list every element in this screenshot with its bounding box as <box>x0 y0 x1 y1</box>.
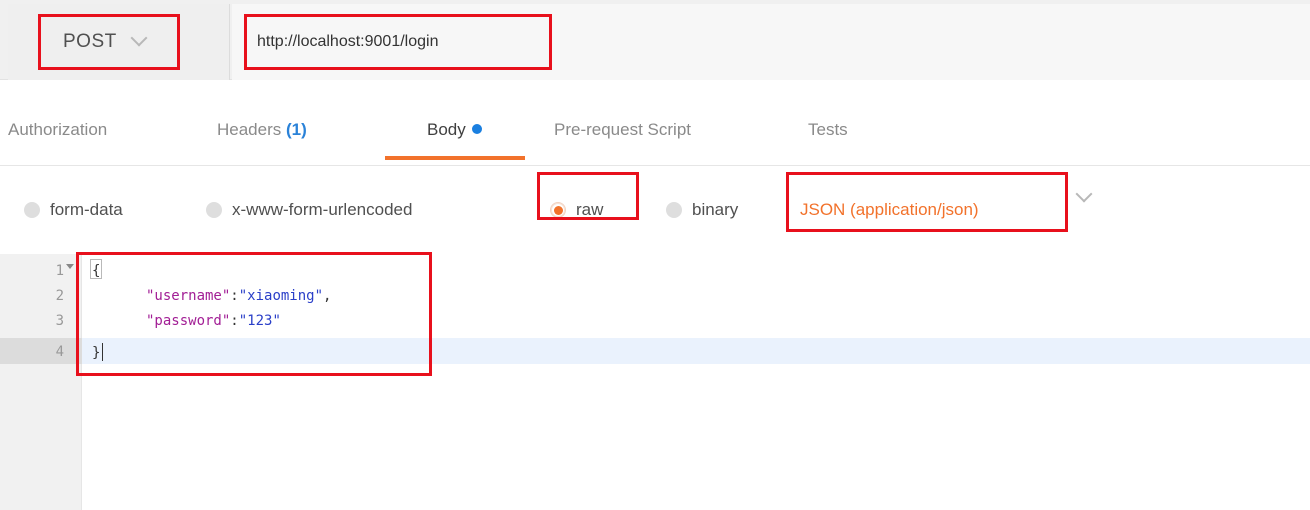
tab-label: Authorization <box>8 120 108 139</box>
line-number: 4 <box>55 344 64 360</box>
method-dropdown[interactable]: POST <box>38 14 180 70</box>
tab-authorization[interactable]: Authorization <box>8 120 107 140</box>
tab-label: Headers <box>217 120 282 139</box>
tab-pre-request-script[interactable]: Pre-request Script <box>554 120 691 140</box>
url-field[interactable]: http://localhost:9001/login <box>244 14 552 70</box>
request-tabs: Authorization Headers (1) Body Pre-reque… <box>0 80 1310 166</box>
line-number: 1 <box>55 263 64 279</box>
content-type-label: JSON (application/json) <box>800 200 979 219</box>
line-number: 2 <box>55 288 64 304</box>
modified-dot-icon <box>471 124 482 134</box>
fold-arrow-icon[interactable] <box>66 264 74 269</box>
tab-label: Tests <box>808 120 848 139</box>
tab-tests[interactable]: Tests <box>808 120 848 140</box>
tab-label: Body <box>427 120 466 139</box>
method-label: POST <box>63 31 117 52</box>
option-label: form-data <box>50 200 123 219</box>
tab-headers[interactable]: Headers (1) <box>217 120 307 140</box>
option-form-data[interactable]: form-data <box>24 200 123 220</box>
option-x-www-form-urlencoded[interactable]: x-www-form-urlencoded <box>206 200 412 220</box>
code-highlight-box <box>76 252 432 376</box>
headers-count-badge: (1) <box>286 120 307 139</box>
option-binary[interactable]: binary <box>666 200 738 220</box>
tab-body[interactable]: Body <box>427 120 482 140</box>
active-tab-indicator <box>385 156 525 160</box>
line-number: 3 <box>55 313 64 329</box>
chevron-down-icon <box>130 29 148 47</box>
request-bar <box>0 0 1310 80</box>
option-label: x-www-form-urlencoded <box>232 200 413 219</box>
raw-highlight-box <box>537 172 639 220</box>
option-label: binary <box>692 200 739 219</box>
url-text: http://localhost:9001/login <box>257 33 439 50</box>
radio-icon[interactable] <box>24 202 40 218</box>
tab-label: Pre-request Script <box>554 120 691 139</box>
radio-icon[interactable] <box>666 202 682 218</box>
body-type-options: form-data x-www-form-urlencoded raw bina… <box>0 166 1310 254</box>
radio-icon[interactable] <box>206 202 222 218</box>
